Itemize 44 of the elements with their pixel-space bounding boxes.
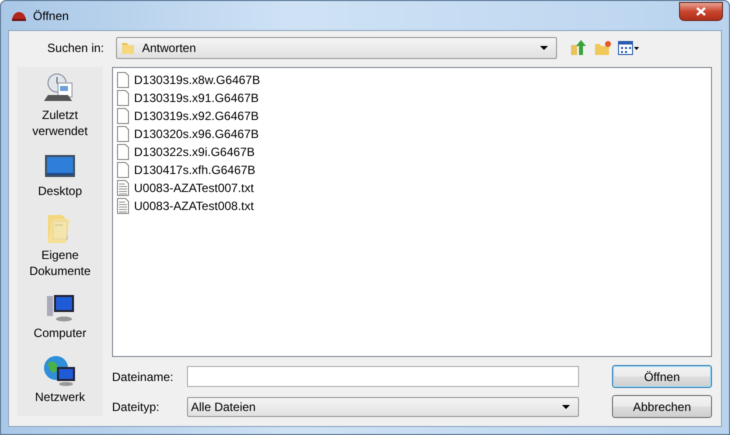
place-label[interactable]: Zuletzt verwendet [18,107,102,139]
place-label[interactable]: Eigene Dokumente [18,247,102,279]
file-icon [117,72,129,88]
file-icon [117,90,129,106]
folder-icon [120,40,136,56]
place-label[interactable]: Netzwerk [34,389,85,405]
app-icon [11,10,27,22]
up-folder-button[interactable] [569,39,589,57]
file-name[interactable]: D130319s.x8w.G6467B [134,73,260,87]
text-file-icon [117,180,129,196]
file-type-dropdown[interactable]: Alle Dateien [187,396,579,416]
file-name[interactable]: U0083-AZATest008.txt [134,199,254,213]
file-name-field[interactable] [187,366,579,387]
caret-icon [540,46,548,50]
view-menu-button[interactable] [617,41,641,55]
close-button[interactable] [679,2,723,20]
close-icon [696,6,706,16]
cancel-button[interactable]: Abbrechen [612,395,712,418]
network-globe-icon [43,355,77,387]
look-in-label: Suchen in: [46,41,105,55]
file-name[interactable]: D130417s.xfh.G6467B [134,163,256,177]
window-title: Öffnen [33,8,70,22]
file-icon [117,162,129,178]
caret-icon [562,404,570,408]
file-name[interactable]: D130319s.x91.G6467B [134,91,259,105]
place-label[interactable]: Desktop [38,183,82,199]
view-list-icon [618,41,640,55]
file-type-label: Dateityp: [112,400,160,414]
computer-icon [44,293,76,323]
folder-up-arrow-icon [570,39,588,57]
look-in-dropdown[interactable]: Antworten [116,37,557,59]
new-folder-button[interactable] [593,40,613,56]
file-icon [117,144,129,160]
file-name[interactable]: D130320s.x96.G6467B [134,127,259,141]
file-name[interactable]: D130322s.x9i.G6467B [134,145,255,159]
file-icon [117,126,129,142]
new-folder-icon [594,40,612,56]
text-file-icon [117,198,129,214]
file-icon [117,108,129,124]
file-name-label: Dateiname: [112,370,174,384]
place-label[interactable]: Computer [34,325,86,341]
file-name[interactable]: U0083-AZATest007.txt [134,181,254,195]
open-button[interactable]: Öffnen [612,365,712,388]
file-name[interactable]: D130319s.x92.G6467B [134,109,259,123]
